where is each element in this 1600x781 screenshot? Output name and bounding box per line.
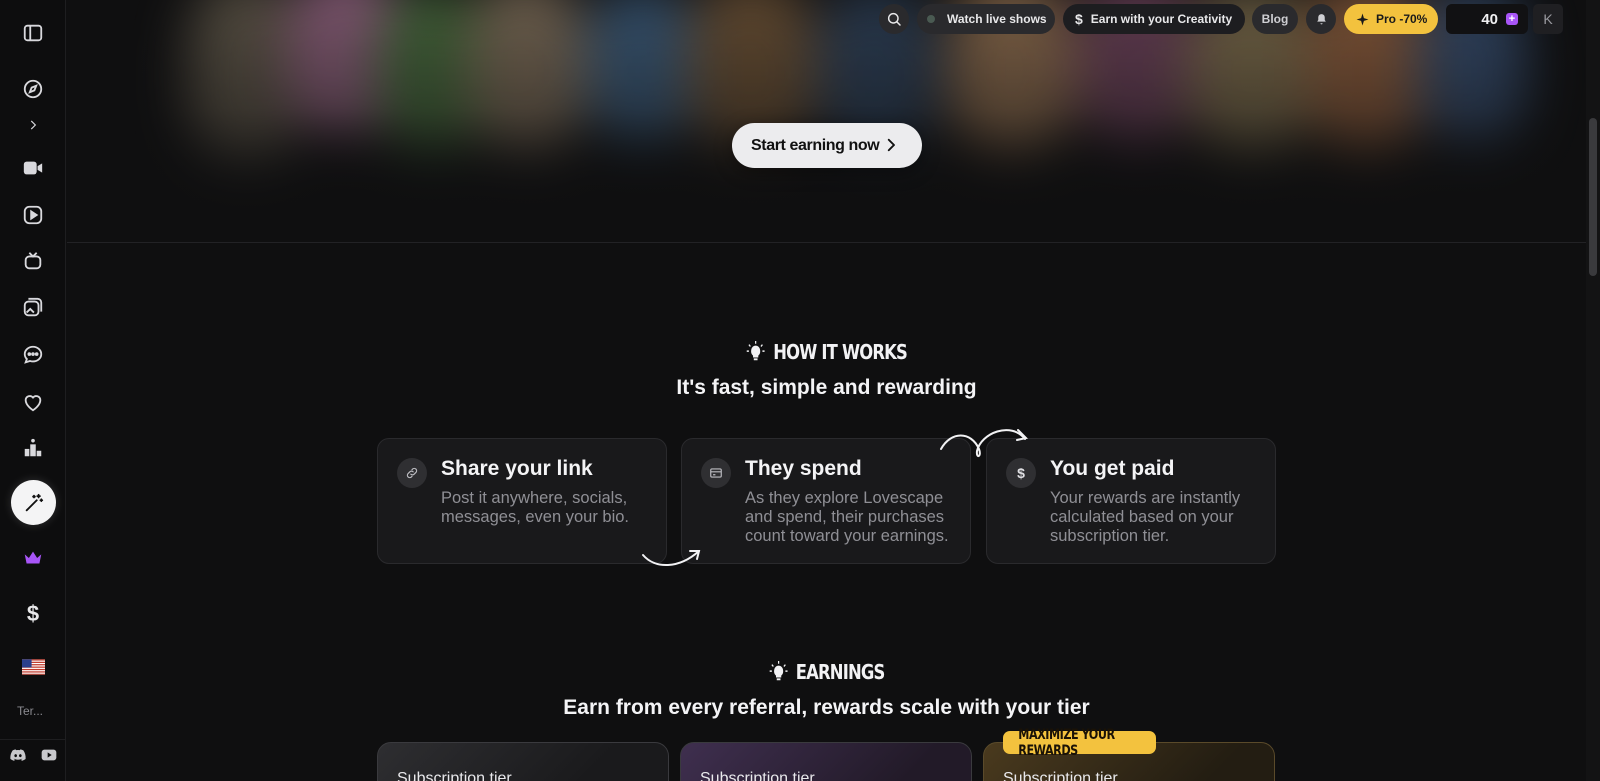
sidebar-item-create[interactable] xyxy=(11,480,56,525)
sidebar-toggle-icon xyxy=(23,24,43,42)
add-credits-icon[interactable]: + xyxy=(1506,13,1518,25)
earn-label: Earn with your Creativity xyxy=(1090,12,1233,26)
curved-arrow-icon xyxy=(642,550,701,567)
chat-bubble-icon xyxy=(23,345,43,364)
crown-icon xyxy=(24,551,42,564)
dollar-icon: $ xyxy=(1075,11,1083,27)
us-flag-icon xyxy=(21,659,45,675)
expand-sidebar-button[interactable] xyxy=(13,110,53,140)
sparkle-icon xyxy=(1356,13,1369,25)
card-icon xyxy=(701,458,731,488)
pro-label: Pro -70% xyxy=(1376,12,1428,26)
leaderboard-icon xyxy=(24,438,42,457)
tier-card-2[interactable]: Subscription tier xyxy=(680,742,972,781)
how-it-works-label: HOW IT WORKS xyxy=(773,340,908,364)
tv-icon xyxy=(24,252,42,270)
avatar[interactable]: K xyxy=(1533,4,1563,34)
earnings-label: EARNINGS xyxy=(795,660,886,684)
bell-icon xyxy=(1316,13,1326,24)
lightbulb-icon xyxy=(746,341,766,361)
sidebar-item-chat[interactable] xyxy=(13,335,53,375)
magic-wand-icon xyxy=(25,493,43,511)
watch-live-shows-button[interactable]: Watch live shows xyxy=(917,4,1055,34)
step-card-spend: They spend As they explore Lovescape and… xyxy=(681,438,971,564)
sidebar-item-leaderboard[interactable] xyxy=(13,428,53,468)
earn-with-creativity-button[interactable]: $ Earn with your Creativity xyxy=(1063,4,1245,34)
link-icon xyxy=(397,458,427,488)
blog-label: Blog xyxy=(1261,12,1289,26)
start-earning-label: Start earning now xyxy=(751,136,880,154)
sidebar-item-tv[interactable] xyxy=(13,241,53,281)
maximize-rewards-badge: MAXIMIZE YOUR REWARDS xyxy=(1003,727,1156,759)
start-earning-button[interactable]: Start earning now xyxy=(732,123,922,168)
sidebar-item-videos[interactable] xyxy=(13,195,53,235)
language-selector[interactable] xyxy=(13,647,53,687)
discord-link[interactable] xyxy=(9,747,27,763)
discord-icon xyxy=(10,749,26,761)
avatar-initial: K xyxy=(1543,11,1553,27)
step-title: You get paid xyxy=(1050,457,1175,480)
live-dot-icon xyxy=(927,15,935,23)
how-it-works-tag: HOW IT WORKS xyxy=(149,340,1505,364)
toggle-sidebar-button[interactable] xyxy=(13,13,53,53)
watch-live-label: Watch live shows xyxy=(947,12,1047,26)
app-root: Start earning now Watch live shows $ Ear… xyxy=(0,0,1600,781)
hero-banner: Start earning now xyxy=(67,0,1586,243)
curved-arrow-icon xyxy=(940,429,1028,457)
lightbulb-icon xyxy=(769,661,788,681)
tier-label: Subscription tier xyxy=(1003,770,1118,781)
sidebar-item-premium[interactable] xyxy=(13,538,53,578)
step-title: Share your link xyxy=(441,457,593,480)
notifications-button[interactable] xyxy=(1306,4,1336,34)
sidebar-item-live[interactable] xyxy=(13,148,53,188)
scrollbar-thumb[interactable] xyxy=(1589,118,1597,276)
credits-count: 40 xyxy=(1481,10,1498,28)
sidebar: $ Ter... xyxy=(0,0,66,781)
video-camera-icon xyxy=(23,161,43,175)
sidebar-item-earn[interactable]: $ xyxy=(13,594,53,634)
youtube-icon xyxy=(41,749,57,761)
earnings-title: Earn from every referral, rewards scale … xyxy=(563,696,1090,719)
tier-card-1[interactable]: Subscription tier xyxy=(377,742,669,781)
how-it-works-title: It's fast, simple and rewarding xyxy=(676,376,977,399)
step-card-share: Share your link Post it anywhere, social… xyxy=(377,438,667,564)
step-title: They spend xyxy=(745,457,862,480)
images-icon xyxy=(23,297,43,317)
step-description: Post it anywhere, socials, messages, eve… xyxy=(441,489,630,526)
terms-link[interactable]: Ter... xyxy=(17,704,43,718)
step-description: As they explore Lovescape and spend, the… xyxy=(745,489,949,545)
step-description: Your rewards are instantly calculated ba… xyxy=(1050,489,1241,545)
blog-button[interactable]: Blog xyxy=(1252,4,1298,34)
credits-balance[interactable]: 40 + xyxy=(1446,4,1528,34)
page-scrollbar[interactable] xyxy=(1586,0,1600,781)
search-icon xyxy=(887,12,901,26)
badge-label: MAXIMIZE YOUR REWARDS xyxy=(1018,726,1115,759)
dollar-icon: $ xyxy=(26,601,40,626)
search-button[interactable] xyxy=(879,4,909,34)
play-icon xyxy=(23,205,43,225)
chevron-right-icon xyxy=(887,138,895,152)
compass-icon xyxy=(23,79,43,99)
sidebar-item-gallery[interactable] xyxy=(13,288,53,328)
chevron-right-icon xyxy=(30,120,37,130)
dollar-icon: $ xyxy=(1006,458,1036,488)
tier-label: Subscription tier xyxy=(397,770,512,781)
earnings-tag: EARNINGS xyxy=(149,660,1505,684)
hearts-icon xyxy=(24,395,42,412)
youtube-link[interactable] xyxy=(40,747,58,763)
sidebar-item-explore[interactable] xyxy=(13,69,53,109)
pro-upgrade-button[interactable]: Pro -70% xyxy=(1344,4,1438,34)
sidebar-item-favorites[interactable] xyxy=(13,382,53,422)
tier-label: Subscription tier xyxy=(700,770,815,781)
